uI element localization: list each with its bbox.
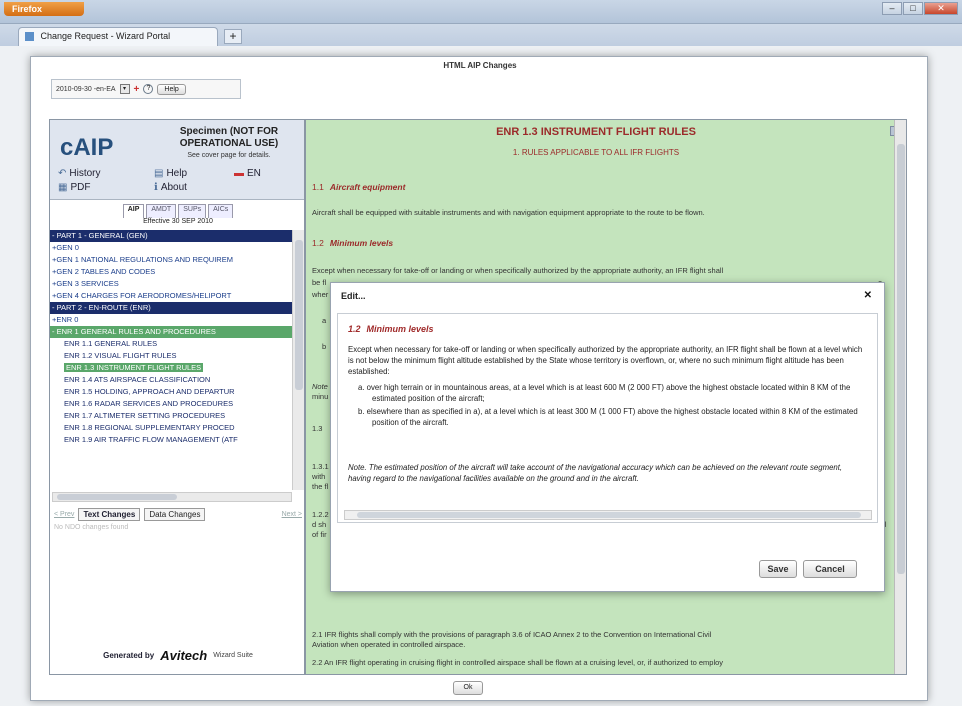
chevron-down-icon[interactable]: ▾ xyxy=(119,84,130,94)
close-window-button[interactable]: ✕ xyxy=(924,2,958,15)
cancel-button[interactable]: Cancel xyxy=(803,560,857,578)
generated-by-label: Generated by xyxy=(103,650,155,660)
cover-page-link[interactable]: See cover page for details. xyxy=(154,152,304,159)
ok-button[interactable]: Ok xyxy=(453,681,483,695)
tab-title: Change Request - Wizard Portal xyxy=(40,31,171,41)
specimen-notice: Specimen (NOT FOR OPERATIONAL USE) xyxy=(179,126,279,149)
history-icon: ↶ xyxy=(58,168,67,179)
tree-item[interactable]: +GEN 4 CHARGES FOR AERODROMES/HELIPORT xyxy=(50,290,292,302)
document-tree: - PART 1 - GENERAL (GEN) +GEN 0 +GEN 1 NAT… xyxy=(50,230,292,488)
text-changes-button[interactable]: Text Changes xyxy=(78,507,141,521)
tree-item[interactable]: - PART 1 - GENERAL (GEN) xyxy=(50,230,292,242)
generated-by-footer: Generated by Avitech Wizard Suite xyxy=(50,640,306,670)
editor-note: Note. The estimated position of the airc… xyxy=(348,463,843,483)
help-link[interactable]: ▤ Help xyxy=(154,168,187,179)
tree-item[interactable]: ENR 1.9 AIR TRAFFIC FLOW MANAGEMENT (ATF xyxy=(50,434,292,446)
data-changes-button[interactable]: Data Changes xyxy=(144,507,206,521)
tab-sups[interactable]: SUPs xyxy=(178,204,207,218)
editor-horizontal-scrollbar[interactable] xyxy=(344,510,872,520)
content-vertical-scrollbar[interactable] xyxy=(894,120,906,674)
window-controls: – □ ✕ xyxy=(882,2,958,15)
new-tab-button[interactable]: + xyxy=(224,29,242,44)
tab-aics[interactable]: AICs xyxy=(208,204,234,218)
tree-item[interactable]: ENR 1.8 REGIONAL SUPPLEMENTARY PROCED xyxy=(50,422,292,434)
product-name: Wizard Suite xyxy=(213,651,253,659)
tree-item[interactable]: +GEN 3 SERVICES xyxy=(50,278,292,290)
section-title: ENR 1.3 INSTRUMENT FLIGHT RULES xyxy=(496,126,696,138)
tree-item[interactable]: ENR 1.2 VISUAL FLIGHT RULES xyxy=(50,350,292,362)
tree-item-label: ENR 1.3 INSTRUMENT FLIGHT RULES xyxy=(64,363,204,372)
save-button[interactable]: Save xyxy=(759,560,797,578)
tab-amdt[interactable]: AMDT xyxy=(146,204,177,218)
help-button[interactable]: Help xyxy=(157,83,186,95)
section-tabs: AIP AMDT SUPs AICs xyxy=(50,204,306,218)
next-change-link[interactable]: Next > xyxy=(282,511,302,518)
navigation-panel: cAIP Specimen (NOT FOR OPERATIONAL USE) … xyxy=(49,119,305,675)
tree-item[interactable]: ENR 1.1 GENERAL RULES xyxy=(50,338,292,350)
tab-bar: Change Request - Wizard Portal + xyxy=(0,24,962,46)
section-subtitle: 1. RULES APPLICABLE TO ALL IFR FLIGHTS xyxy=(512,148,680,157)
effective-date: Effective 30 SEP 2010 xyxy=(143,218,213,225)
paragraph-1-2: Except when necessary for take-off or la… xyxy=(312,266,724,275)
firefox-menu-button[interactable]: Firefox xyxy=(4,2,84,16)
date-select[interactable]: 2010-09-30 -en-EA xyxy=(56,86,116,93)
list-item: b. elsewhere than as specified in a), at… xyxy=(358,407,858,427)
language-link[interactable]: ▬ EN xyxy=(234,168,261,179)
help-icon[interactable]: ? xyxy=(143,84,154,94)
rich-text-editor[interactable]: 1.2 Minimum levels Except when necessary … xyxy=(337,313,878,523)
heading-1-1: 1.1 Aircraft equipment xyxy=(312,182,406,192)
tree-item[interactable]: +GEN 0 xyxy=(50,242,292,254)
paragraph-2-2: 2.2 An IFR flight operating in cruising … xyxy=(312,658,724,667)
minimize-button[interactable]: – xyxy=(882,2,902,15)
plus-icon[interactable]: + xyxy=(134,84,140,95)
tree-item[interactable]: ENR 1.6 RADAR SERVICES AND PROCEDURES xyxy=(50,398,292,410)
editor-heading: 1.2 Minimum levels xyxy=(348,324,434,334)
tree-item[interactable]: ENR 1.4 ATS AIRSPACE CLASSIFICATION xyxy=(50,374,292,386)
tree-horizontal-scrollbar[interactable] xyxy=(52,492,292,502)
info-icon: ℹ xyxy=(154,182,158,193)
logo-header: cAIP Specimen (NOT FOR OPERATIONAL USE) … xyxy=(50,120,304,200)
tree-item[interactable]: ENR 1.7 ALTIMETER SETTING PROCEDURES xyxy=(50,410,292,422)
window-title: HTML AIP Changes xyxy=(443,61,517,70)
page-favicon-icon xyxy=(25,32,34,42)
document-icon: ▤ xyxy=(154,168,164,179)
toolbar: 2010-09-30 -en-EA ▾ + ? Help xyxy=(51,79,241,99)
about-link[interactable]: ℹ About xyxy=(154,182,187,193)
caip-logo: cAIP xyxy=(60,134,114,161)
tree-item[interactable]: +GEN 1 NATIONAL REGULATIONS AND REQUIREM xyxy=(50,254,292,266)
paragraph-2-1-cont: Aviation when operated in controlled air… xyxy=(312,640,466,649)
editor-list: a. over high terrain or in mountainous a… xyxy=(358,382,863,430)
no-changes-message: No NDO changes found xyxy=(54,524,129,531)
tree-item[interactable]: +ENR 0 xyxy=(50,314,292,326)
change-navigation: < Prev Text Changes Data Changes Next > xyxy=(50,506,306,522)
tree-item[interactable]: - ENR 1 GENERAL RULES AND PROCEDURES xyxy=(50,326,292,338)
flag-icon: ▬ xyxy=(234,168,244,179)
history-link[interactable]: ↶ History xyxy=(58,168,101,179)
tree-item[interactable]: ENR 1.5 HOLDING, APPROACH AND DEPARTUR xyxy=(50,386,292,398)
edit-dialog-title: Edit... xyxy=(341,291,366,301)
browser-titlebar: Firefox – □ ✕ xyxy=(0,0,962,24)
tree-item[interactable]: - PART 2 - EN-ROUTE (ENR) xyxy=(50,302,292,314)
tree-vertical-scrollbar[interactable] xyxy=(292,230,304,490)
close-icon[interactable]: ✕ xyxy=(864,290,872,301)
tree-item[interactable]: +GEN 2 TABLES AND CODES xyxy=(50,266,292,278)
edit-dialog: Edit... ✕ 1.2 Minimum levels Except when … xyxy=(330,282,885,592)
maximize-button[interactable]: □ xyxy=(903,2,923,15)
tree-item[interactable]: ENR 1.3 INSTRUMENT FLIGHT RULES xyxy=(50,362,292,374)
avitech-logo: Avitech xyxy=(160,647,208,663)
pdf-link[interactable]: ▦ PDF xyxy=(58,182,90,193)
pdf-icon: ▦ xyxy=(58,182,68,193)
editor-paragraph: Except when necessary for take-off or la… xyxy=(348,345,863,376)
browser-tab[interactable]: Change Request - Wizard Portal xyxy=(18,27,218,46)
prev-change-link[interactable]: < Prev xyxy=(54,511,74,518)
tab-aip[interactable]: AIP xyxy=(122,204,145,218)
heading-1-2: 1.2 Minimum levels xyxy=(312,238,394,248)
paragraph-2-1: 2.1 IFR flights shall comply with the pr… xyxy=(312,630,712,639)
list-item: a. over high terrain or in mountainous a… xyxy=(358,383,851,403)
paragraph-1-1: Aircraft shall be equipped with suitable… xyxy=(312,208,705,217)
